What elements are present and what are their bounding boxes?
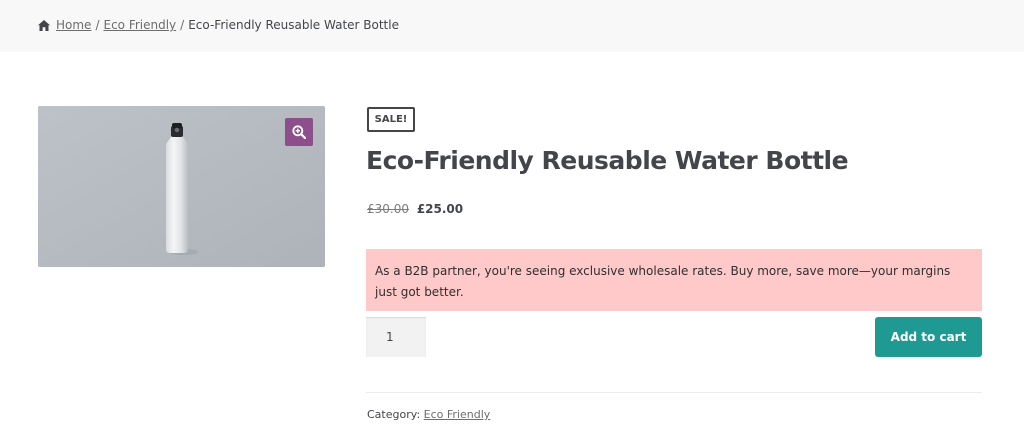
breadcrumb: Home / Eco Friendly / Eco-Friendly Reusa…	[38, 18, 399, 32]
product-image[interactable]	[38, 106, 325, 267]
divider	[366, 392, 982, 393]
b2b-notice: As a B2B partner, you're seeing exclusiv…	[366, 249, 982, 311]
breadcrumb-current: Eco-Friendly Reusable Water Bottle	[188, 18, 399, 32]
zoom-button[interactable]	[285, 118, 313, 146]
breadcrumb-separator: /	[95, 18, 100, 32]
zoom-in-icon	[292, 125, 306, 139]
product-category: Category: Eco Friendly	[367, 408, 490, 421]
sale-badge: SALE!	[367, 107, 415, 132]
water-bottle-image	[38, 106, 325, 267]
breadcrumb-separator: /	[180, 18, 185, 32]
category-link[interactable]: Eco Friendly	[424, 408, 491, 421]
sale-price: £25.00	[416, 202, 464, 216]
product-title: Eco-Friendly Reusable Water Bottle	[366, 146, 849, 175]
category-label: Category:	[367, 408, 421, 421]
add-to-cart-button[interactable]: Add to cart	[875, 317, 982, 357]
breadcrumb-category-link[interactable]: Eco Friendly	[103, 18, 176, 32]
home-icon	[38, 19, 50, 31]
breadcrumb-bar: Home / Eco Friendly / Eco-Friendly Reusa…	[0, 0, 1024, 52]
breadcrumb-home-link[interactable]: Home	[56, 18, 91, 32]
product-price: £30.00 £25.00	[367, 202, 463, 216]
quantity-input[interactable]	[366, 317, 426, 357]
old-price: £30.00	[367, 202, 409, 216]
